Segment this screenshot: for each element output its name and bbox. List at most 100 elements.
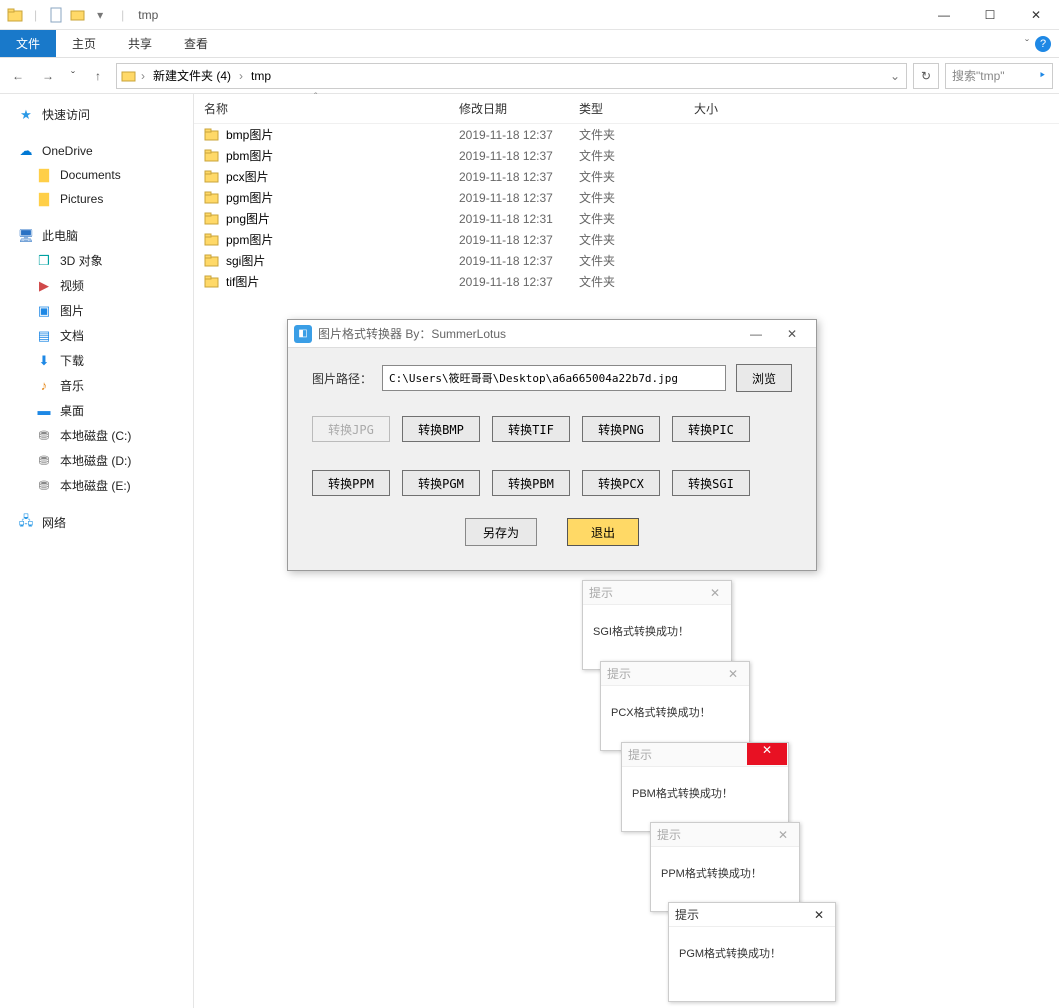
- search-go-icon[interactable]: ⯈: [1039, 70, 1046, 81]
- table-row[interactable]: tif图片2019-11-18 12:37文件夹: [194, 271, 1059, 292]
- sidebar-label: 本地磁盘 (C:): [60, 427, 131, 444]
- table-row[interactable]: png图片2019-11-18 12:31文件夹: [194, 208, 1059, 229]
- col-size[interactable]: 大小: [694, 100, 774, 117]
- browse-button[interactable]: 浏览: [736, 364, 792, 392]
- breadcrumb-seg[interactable]: tmp: [247, 69, 275, 83]
- close-icon[interactable]: ✕: [747, 743, 787, 765]
- sidebar-label: 音乐: [60, 377, 84, 394]
- sidebar-desktop[interactable]: ▬桌面: [0, 398, 193, 423]
- sidebar-drive-e[interactable]: ⛃本地磁盘 (E:): [0, 473, 193, 498]
- dialog-close-button[interactable]: ✕: [774, 322, 810, 346]
- toast-title[interactable]: 提示✕: [669, 903, 835, 927]
- tab-view[interactable]: 查看: [168, 30, 224, 57]
- sidebar-label: 快速访问: [42, 106, 90, 123]
- music-icon: ♪: [36, 378, 52, 394]
- tab-home[interactable]: 主页: [56, 30, 112, 57]
- sidebar-quick-access[interactable]: ★快速访问: [0, 102, 193, 127]
- toast-message: PCX格式转换成功！: [601, 686, 749, 738]
- table-row[interactable]: bmp图片2019-11-18 12:37文件夹: [194, 124, 1059, 145]
- path-input[interactable]: [382, 365, 726, 391]
- convert-sgi-button[interactable]: 转换SGI: [672, 470, 750, 496]
- tab-share[interactable]: 共享: [112, 30, 168, 57]
- sidebar-music[interactable]: ♪ 音乐: [0, 373, 193, 398]
- file-date: 2019-11-18 12:37: [459, 170, 579, 184]
- sidebar-docs[interactable]: ▤文档: [0, 323, 193, 348]
- separator: |: [121, 8, 124, 22]
- table-row[interactable]: sgi图片2019-11-18 12:37文件夹: [194, 250, 1059, 271]
- toast-title[interactable]: 提示✕: [622, 743, 788, 767]
- close-icon[interactable]: ✕: [723, 667, 743, 681]
- sidebar-label: Pictures: [60, 192, 103, 206]
- close-button[interactable]: ✕: [1013, 0, 1059, 30]
- convert-bmp-button[interactable]: 转换BMP: [402, 416, 480, 442]
- convert-pcx-button[interactable]: 转换PCX: [582, 470, 660, 496]
- exit-button[interactable]: 退出: [567, 518, 639, 546]
- sidebar-pictures[interactable]: ▇Pictures: [0, 187, 193, 211]
- maximize-button[interactable]: ☐: [967, 0, 1013, 30]
- address-dropdown-icon[interactable]: ⌄: [890, 69, 900, 83]
- toast-message: PBM格式转换成功！: [622, 767, 788, 819]
- folder-small-icon[interactable]: [69, 6, 87, 24]
- sidebar-drive-c[interactable]: ⛃本地磁盘 (C:): [0, 423, 193, 448]
- sidebar-this-pc[interactable]: 🖥此电脑: [0, 223, 193, 248]
- recent-locations-icon[interactable]: ˇ: [66, 64, 80, 88]
- up-button[interactable]: ↑: [86, 64, 110, 88]
- convert-png-button[interactable]: 转换PNG: [582, 416, 660, 442]
- col-name[interactable]: 名称: [204, 100, 459, 117]
- sidebar-3d-objects[interactable]: ❒3D 对象: [0, 248, 193, 273]
- close-icon[interactable]: ✕: [809, 908, 829, 922]
- convert-ppm-button[interactable]: 转换PPM: [312, 470, 390, 496]
- ribbon-collapse-icon[interactable]: ˇ: [1025, 37, 1029, 51]
- chevron-right-icon[interactable]: ›: [239, 69, 243, 83]
- table-row[interactable]: ppm图片 2019-11-18 12:37文件夹: [194, 229, 1059, 250]
- breadcrumb-seg[interactable]: 新建文件夹 (4): [149, 67, 235, 84]
- forward-button[interactable]: →: [36, 64, 60, 88]
- column-headers: ˆ 名称 修改日期 类型 大小: [194, 94, 1059, 124]
- qat-dropdown-icon[interactable]: ▾: [91, 6, 109, 24]
- folder-icon: [204, 232, 220, 248]
- convert-pic-button[interactable]: 转换PIC: [672, 416, 750, 442]
- file-icon[interactable]: [47, 6, 65, 24]
- chevron-right-icon[interactable]: ›: [141, 69, 145, 83]
- table-row[interactable]: pcx图片2019-11-18 12:37文件夹: [194, 166, 1059, 187]
- file-type: 文件夹: [579, 189, 694, 206]
- refresh-button[interactable]: ↻: [913, 63, 939, 89]
- sidebar-documents[interactable]: ▇Documents: [0, 163, 193, 187]
- convert-pgm-button[interactable]: 转换PGM: [402, 470, 480, 496]
- sidebar-network[interactable]: 🖧网络: [0, 510, 193, 535]
- table-row[interactable]: pgm图片2019-11-18 12:37文件夹: [194, 187, 1059, 208]
- file-type: 文件夹: [579, 231, 694, 248]
- close-icon[interactable]: ✕: [773, 828, 793, 842]
- file-type: 文件夹: [579, 273, 694, 290]
- col-type[interactable]: 类型: [579, 100, 694, 117]
- table-row[interactable]: pbm图片2019-11-18 12:37文件夹: [194, 145, 1059, 166]
- sidebar-onedrive[interactable]: ☁OneDrive: [0, 139, 193, 163]
- back-button[interactable]: ←: [6, 64, 30, 88]
- toast-title[interactable]: 提示✕: [583, 581, 731, 605]
- dialog-minimize-button[interactable]: —: [738, 322, 774, 346]
- tab-file[interactable]: 文件: [0, 30, 56, 57]
- close-icon[interactable]: ✕: [705, 586, 725, 600]
- sidebar-videos[interactable]: ▶视频: [0, 273, 193, 298]
- file-date: 2019-11-18 12:37: [459, 254, 579, 268]
- address-bar[interactable]: › 新建文件夹 (4) › tmp ⌄: [116, 63, 907, 89]
- sidebar-drive-d[interactable]: ⛃本地磁盘 (D:): [0, 448, 193, 473]
- toast-title[interactable]: 提示✕: [651, 823, 799, 847]
- help-icon[interactable]: ?: [1035, 36, 1051, 52]
- sidebar-images[interactable]: ▣图片: [0, 298, 193, 323]
- toast-title[interactable]: 提示✕: [601, 662, 749, 686]
- dialog-titlebar[interactable]: ◧ 图片格式转换器 By：SummerLotus — ✕: [288, 320, 816, 348]
- convert-pbm-button[interactable]: 转换PBM: [492, 470, 570, 496]
- minimize-button[interactable]: —: [921, 0, 967, 30]
- save-as-button[interactable]: 另存为: [465, 518, 537, 546]
- ribbon: 文件 主页 共享 查看 ˇ ?: [0, 30, 1059, 58]
- col-date[interactable]: 修改日期: [459, 100, 579, 117]
- file-date: 2019-11-18 12:37: [459, 233, 579, 247]
- search-input[interactable]: 搜索"tmp" ⯈: [945, 63, 1053, 89]
- cloud-icon: ☁: [18, 143, 34, 159]
- sidebar-downloads[interactable]: ⬇下载: [0, 348, 193, 373]
- file-name: sgi图片: [226, 252, 265, 269]
- file-name: ppm图片: [226, 231, 273, 248]
- convert-tif-button[interactable]: 转换TIF: [492, 416, 570, 442]
- folder-icon: [204, 127, 220, 143]
